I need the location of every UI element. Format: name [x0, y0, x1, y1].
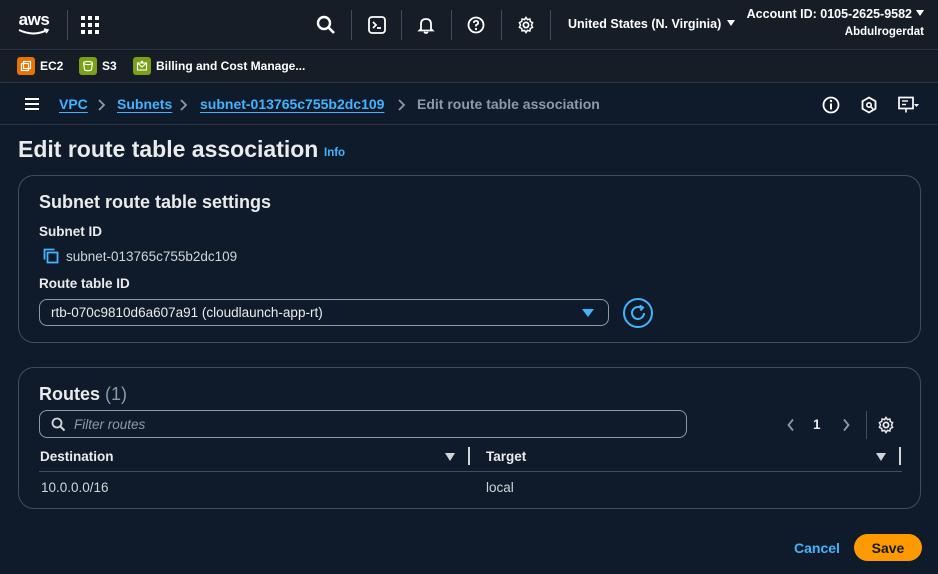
next-page-icon[interactable]	[841, 418, 851, 432]
favorite-label: EC2	[40, 59, 64, 73]
ec2-icon	[17, 57, 35, 75]
help-icon[interactable]	[464, 13, 488, 37]
table-preferences-gear-icon[interactable]	[877, 416, 895, 434]
info-link[interactable]: Info	[324, 147, 345, 159]
chevron-right-icon	[180, 99, 188, 111]
target-cell: local	[486, 480, 514, 495]
refresh-button[interactable]	[623, 298, 653, 328]
breadcrumb-bar: VPC Subnets subnet-013765c755b2dc109 Edi…	[0, 84, 938, 125]
previous-page-icon[interactable]	[786, 418, 796, 432]
page-title: Edit route table association	[18, 136, 319, 162]
subnet-route-table-settings-panel: Subnet route table settings Subnet ID su…	[18, 175, 921, 343]
cloudshell-icon[interactable]	[365, 13, 389, 37]
column-resize-handle[interactable]	[468, 447, 470, 465]
routes-panel: Routes (1) 1 Destination Target 10.0.0.0…	[18, 367, 921, 509]
breadcrumb-subnets[interactable]: Subnets	[117, 96, 172, 112]
refresh-icon	[631, 304, 645, 320]
account-menu[interactable]: Account ID: 0105-2625-9582 Abdulrogerdat	[747, 7, 924, 38]
grid-icon[interactable]	[81, 16, 99, 34]
route-table-selected-value: rtb-070c9810d6a607a91 (cloudlaunch-app-r…	[51, 305, 323, 320]
breadcrumb-current: Edit route table association	[417, 96, 600, 112]
nav-separator	[451, 10, 452, 40]
favorite-billing[interactable]: Billing and Cost Manage...	[133, 57, 305, 75]
favorites-bar: EC2 S3 Billing and Cost Manage...	[0, 51, 938, 83]
column-header-destination[interactable]: Destination	[40, 449, 114, 464]
caret-down-icon	[916, 10, 924, 16]
gear-icon[interactable]	[514, 13, 538, 37]
cancel-button[interactable]: Cancel	[786, 534, 848, 561]
favorite-s3[interactable]: S3	[79, 57, 117, 75]
bell-icon[interactable]	[414, 13, 438, 37]
nav-separator	[351, 10, 352, 40]
column-header-target[interactable]: Target	[486, 449, 526, 464]
column-resize-handle[interactable]	[899, 447, 901, 465]
help-panel-icon[interactable]	[898, 96, 920, 114]
settings-panel-title: Subnet route table settings	[39, 192, 272, 212]
sort-down-icon[interactable]	[876, 453, 886, 461]
caret-down-icon	[727, 20, 736, 26]
region-label: United States (N. Virginia)	[568, 17, 722, 31]
aws-smile-icon	[18, 28, 50, 35]
nav-separator	[550, 10, 551, 40]
filter-routes-input[interactable]	[74, 415, 674, 433]
table-header-divider	[39, 471, 902, 472]
chevron-right-icon	[98, 99, 106, 111]
subnet-id-label: Subnet ID	[39, 224, 102, 239]
page-number[interactable]: 1	[813, 417, 821, 432]
copy-icon[interactable]	[43, 248, 59, 264]
breadcrumb-vpc[interactable]: VPC	[59, 96, 88, 112]
save-button[interactable]: Save	[854, 534, 922, 561]
account-id: Account ID: 0105-2625-9582	[746, 7, 912, 21]
filter-routes-field[interactable]	[39, 410, 687, 438]
billing-icon	[133, 57, 151, 75]
routes-panel-title: Routes (1)	[39, 384, 127, 405]
route-table-id-select[interactable]: rtb-070c9810d6a607a91 (cloudlaunch-app-r…	[39, 299, 609, 326]
search-icon	[51, 417, 66, 432]
breadcrumb-subnet-id[interactable]: subnet-013765c755b2dc109	[200, 96, 384, 112]
aws-logo-text: aws	[18, 10, 50, 29]
nav-separator	[401, 10, 402, 40]
s3-icon	[79, 57, 97, 75]
notifications-panel-icon[interactable]	[860, 96, 878, 114]
favorite-label: S3	[102, 59, 117, 73]
username: Abdulrogerdat	[844, 26, 924, 38]
search-icon[interactable]	[314, 13, 338, 37]
subnet-id-text: subnet-013765c755b2dc109	[66, 248, 238, 264]
info-circle-icon[interactable]	[822, 96, 840, 114]
region-selector[interactable]: United States (N. Virginia)	[568, 17, 736, 31]
sort-down-icon[interactable]	[445, 453, 455, 461]
top-navigation: aws United States (N. Virginia) Account …	[0, 0, 938, 50]
routes-count: (1)	[105, 384, 128, 404]
routes-title: Routes	[39, 384, 101, 404]
chevron-right-icon	[398, 99, 406, 111]
caret-down-icon	[582, 309, 594, 317]
route-table-id-label: Route table ID	[39, 276, 130, 291]
menu-icon[interactable]	[25, 98, 39, 110]
subnet-id-value: subnet-013765c755b2dc109	[43, 248, 237, 264]
pager-separator	[866, 411, 867, 439]
destination-cell: 10.0.0.0/16	[41, 480, 109, 495]
aws-logo[interactable]: aws	[16, 10, 52, 40]
nav-separator	[501, 10, 502, 40]
favorite-ec2[interactable]: EC2	[17, 57, 63, 75]
nav-separator	[67, 10, 68, 40]
favorite-label: Billing and Cost Manage...	[156, 59, 306, 73]
